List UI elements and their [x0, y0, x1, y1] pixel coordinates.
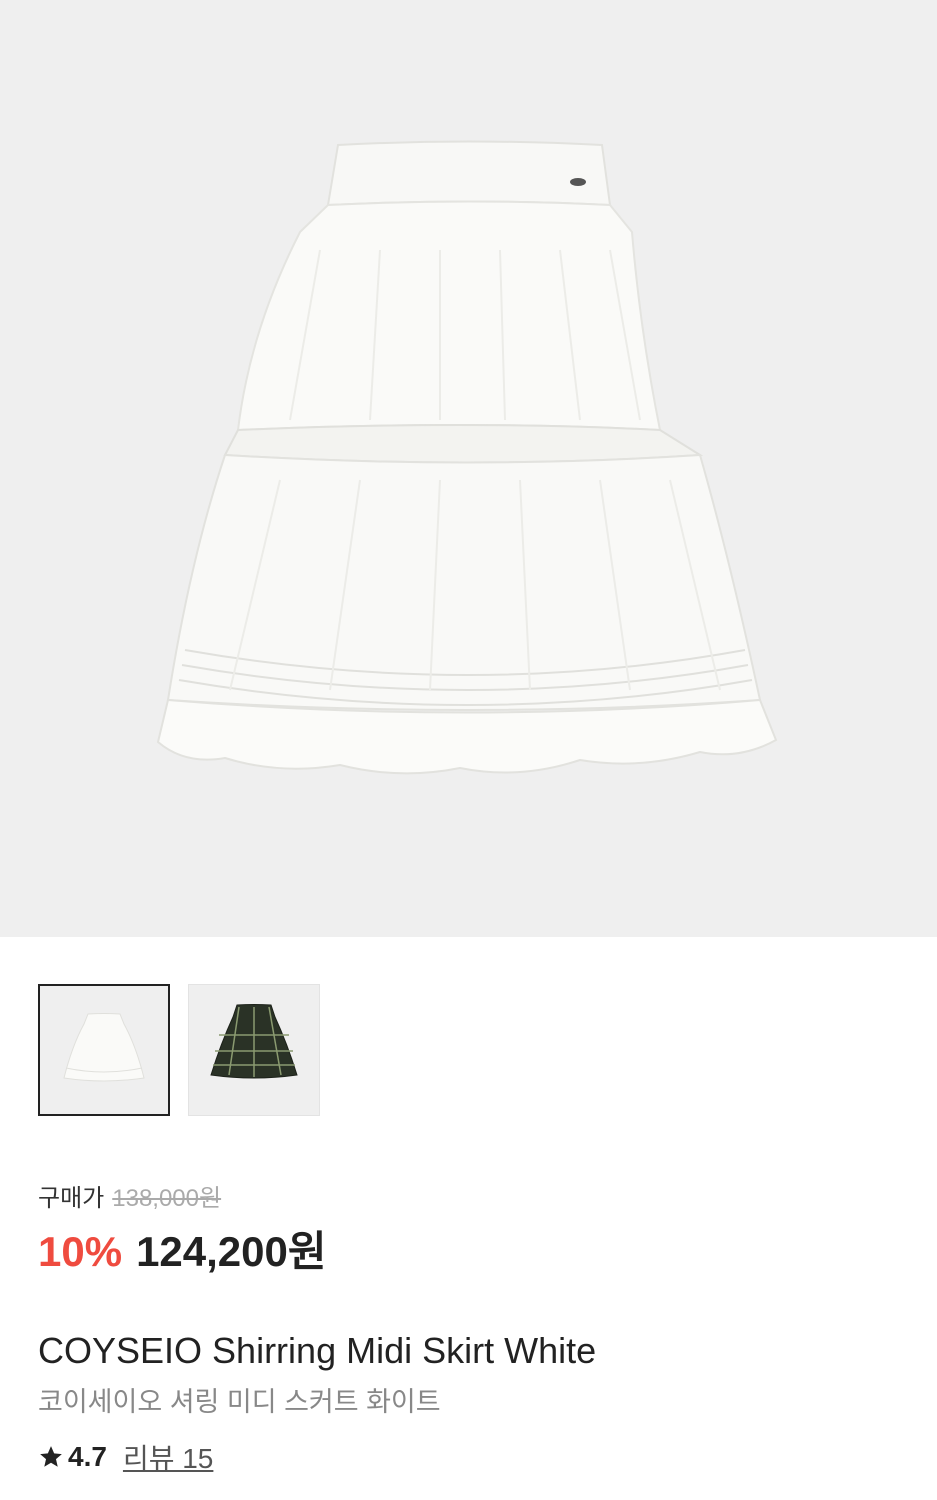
product-title: COYSEIO Shirring Midi Skirt White	[38, 1330, 597, 1371]
product-subtitle: 코이세이오 셔링 미디 스커트 화이트	[38, 1387, 441, 1417]
price-label-row: 구매가 138,000원	[38, 1178, 221, 1213]
thumbnail-list	[38, 984, 320, 1116]
price-label: 구매가	[38, 1185, 105, 1212]
thumbnail-green-check-image	[210, 1004, 298, 1079]
original-price: 138,000원	[112, 1185, 222, 1212]
price-row: 10% 124,200원	[38, 1218, 327, 1279]
product-main-image[interactable]	[0, 0, 937, 937]
thumbnail-white-image	[63, 1013, 145, 1082]
rating: 4.7	[38, 1441, 107, 1473]
rating-row: 4.7 리뷰 15	[38, 1437, 213, 1477]
review-link[interactable]: 리뷰 15	[123, 1437, 213, 1477]
discount-rate: 10%	[38, 1228, 123, 1275]
sale-price: 124,200원	[136, 1228, 327, 1275]
star-icon	[40, 1446, 62, 1467]
thumbnail-white[interactable]	[38, 984, 170, 1116]
skirt-image	[156, 140, 778, 775]
rating-value: 4.7	[68, 1441, 107, 1472]
thumbnail-green-check[interactable]	[188, 984, 320, 1116]
